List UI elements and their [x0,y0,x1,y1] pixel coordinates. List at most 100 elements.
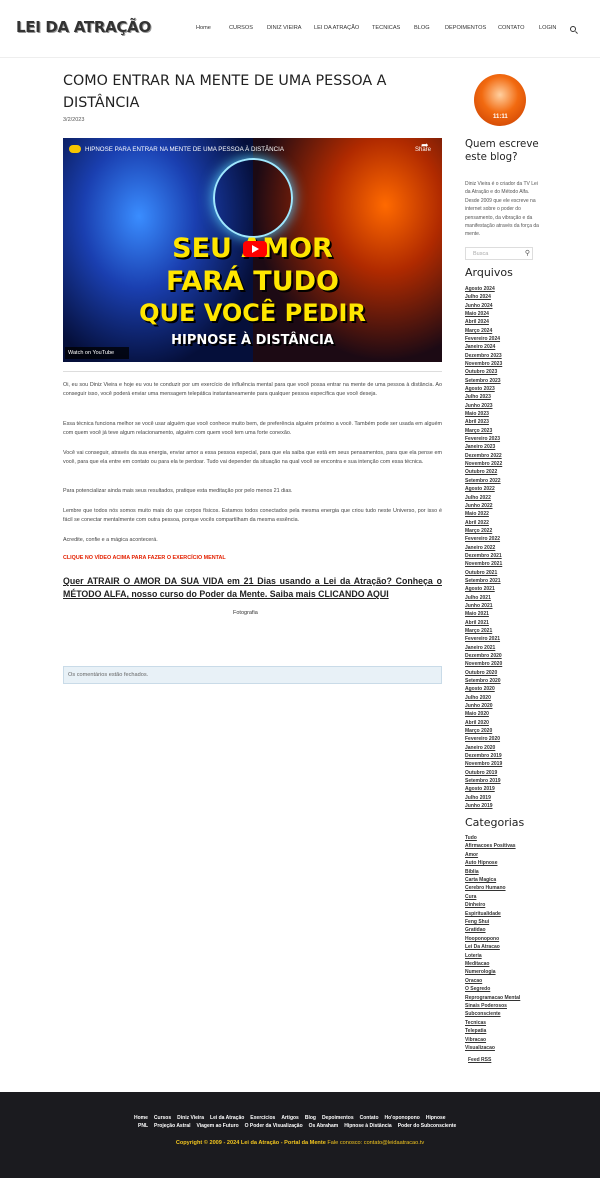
archive-link[interactable]: Outubro 2021 [465,570,497,576]
archive-link[interactable]: Abril 2022 [465,520,489,526]
archive-link[interactable]: Setembro 2022 [465,478,501,484]
archive-link[interactable]: Maio 2020 [465,711,489,717]
category-link[interactable]: Hooponopono [465,936,499,942]
archive-link[interactable]: Agosto 2020 [465,686,495,692]
footer-link[interactable]: PNL [138,1123,148,1129]
promo-link[interactable]: Quer ATRAIR O AMOR DA SUA VIDA em 21 Dia… [63,575,442,601]
archive-link[interactable]: Julho 2019 [465,795,491,801]
archive-link[interactable]: Junho 2023 [465,403,493,409]
category-link[interactable]: Numerologia [465,969,496,975]
category-link[interactable]: Visualizacao [465,1045,495,1051]
category-link[interactable]: Tecnicas [465,1020,486,1026]
archive-link[interactable]: Agosto 2019 [465,786,495,792]
category-link[interactable]: Carta Magica [465,877,496,883]
archive-link[interactable]: Julho 2020 [465,695,491,701]
nav-item[interactable]: DEPOIMENTOS [445,25,486,31]
archive-link[interactable]: Junho 2022 [465,503,493,509]
archive-link[interactable]: Setembro 2023 [465,378,501,384]
archive-link[interactable]: Março 2020 [465,728,492,734]
contact-text[interactable]: Fale conosco: contato@leidaatracao.tv [327,1140,424,1146]
archive-link[interactable]: Dezembro 2023 [465,353,502,359]
category-link[interactable]: O Segredo [465,986,490,992]
archive-link[interactable]: Julho 2021 [465,595,491,601]
category-link[interactable]: Espiritualidade [465,911,501,917]
nav-item[interactable]: DINIZ VIEIRA [267,25,302,31]
category-link[interactable]: Oracao [465,978,482,984]
archive-link[interactable]: Novembro 2019 [465,761,502,767]
archive-link[interactable]: Fevereiro 2021 [465,636,500,642]
search-icon[interactable]: ⚲ [525,249,530,257]
archive-link[interactable]: Março 2022 [465,528,492,534]
nav-item[interactable]: Home [196,25,211,31]
sidebar-search-input[interactable]: Busca ⚲ [465,247,533,260]
nav-item[interactable]: TECNICAS [372,25,400,31]
footer-link[interactable]: Contato [360,1115,379,1121]
footer-link[interactable]: Os Abraham [309,1123,339,1129]
category-link[interactable]: Feng Shui [465,919,489,925]
archive-link[interactable]: Agosto 2023 [465,386,495,392]
category-link[interactable]: Dinheiro [465,902,485,908]
archive-link[interactable]: Setembro 2021 [465,578,501,584]
archive-link[interactable]: Fevereiro 2023 [465,436,500,442]
footer-link[interactable]: Hipnose [426,1115,446,1121]
category-link[interactable]: Subconsciente [465,1011,501,1017]
category-link[interactable]: Gratidao [465,927,486,933]
footer-link[interactable]: Home [134,1115,148,1121]
footer-link[interactable]: Blog [305,1115,316,1121]
category-link[interactable]: Auto Hipnose [465,860,498,866]
archive-link[interactable]: Setembro 2020 [465,678,501,684]
archive-link[interactable]: Agosto 2024 [465,286,495,292]
search-icon[interactable] [570,26,576,32]
archive-link[interactable]: Abril 2021 [465,620,489,626]
archive-link[interactable]: Janeiro 2022 [465,545,495,551]
footer-link[interactable]: Diniz Vieira [177,1115,204,1121]
category-link[interactable]: Cura [465,894,476,900]
footer-link[interactable]: Exercícios [250,1115,275,1121]
site-logo[interactable]: LEI DA ATRAÇÃO [16,18,151,36]
archive-link[interactable]: Junho 2019 [465,803,493,809]
archive-link[interactable]: Julho 2022 [465,495,491,501]
video-share-label[interactable]: Share [415,147,431,153]
archive-link[interactable]: Junho 2021 [465,603,493,609]
footer-link[interactable]: Depoimentos [322,1115,354,1121]
archive-link[interactable]: Abril 2024 [465,319,489,325]
archive-link[interactable]: Dezembro 2019 [465,753,502,759]
archive-link[interactable]: Outubro 2023 [465,369,497,375]
archive-link[interactable]: Outubro 2019 [465,770,497,776]
play-button[interactable] [243,241,267,257]
category-link[interactable]: Afirmacoes Positivas [465,843,516,849]
archive-link[interactable]: Julho 2024 [465,294,491,300]
footer-link[interactable]: Lei da Atração [210,1115,244,1121]
archive-link[interactable]: Janeiro 2020 [465,745,495,751]
footer-link[interactable]: Artigos [281,1115,299,1121]
archive-link[interactable]: Novembro 2021 [465,561,502,567]
category-link[interactable]: Tudo [465,835,477,841]
archive-link[interactable]: Abril 2020 [465,720,489,726]
archive-link[interactable]: Novembro 2022 [465,461,502,467]
category-link[interactable]: Reprogramacao Mental [465,995,520,1001]
archive-link[interactable]: Fevereiro 2022 [465,536,500,542]
archive-link[interactable]: Março 2023 [465,428,492,434]
archive-link[interactable]: Junho 2024 [465,303,493,309]
archive-link[interactable]: Abril 2023 [465,419,489,425]
nav-item[interactable]: LOGIN [539,25,556,31]
archive-link[interactable]: Maio 2022 [465,511,489,517]
archive-link[interactable]: Março 2021 [465,628,492,634]
category-link[interactable]: Amor [465,852,478,858]
archive-link[interactable]: Novembro 2020 [465,661,502,667]
category-link[interactable]: Telepatia [465,1028,486,1034]
archive-link[interactable]: Dezembro 2021 [465,553,502,559]
archive-link[interactable]: Novembro 2023 [465,361,502,367]
nav-item[interactable]: LEI DA ATRAÇÃO [314,25,359,31]
footer-link[interactable]: Viagem ao Futuro [197,1123,239,1129]
footer-link[interactable]: Poder do Subconsciente [398,1123,457,1129]
archive-link[interactable]: Agosto 2022 [465,486,495,492]
archive-link[interactable]: Setembro 2019 [465,778,501,784]
archive-link[interactable]: Janeiro 2021 [465,645,495,651]
archive-link[interactable]: Fevereiro 2024 [465,336,500,342]
archive-link[interactable]: Maio 2023 [465,411,489,417]
archive-link[interactable]: Outubro 2020 [465,670,497,676]
video-embed[interactable]: HIPNOSE PARA ENTRAR NA MENTE DE UMA PESS… [63,138,442,362]
rss-feed-link[interactable]: Feed RSS [468,1057,491,1063]
archive-link[interactable]: Dezembro 2022 [465,453,502,459]
